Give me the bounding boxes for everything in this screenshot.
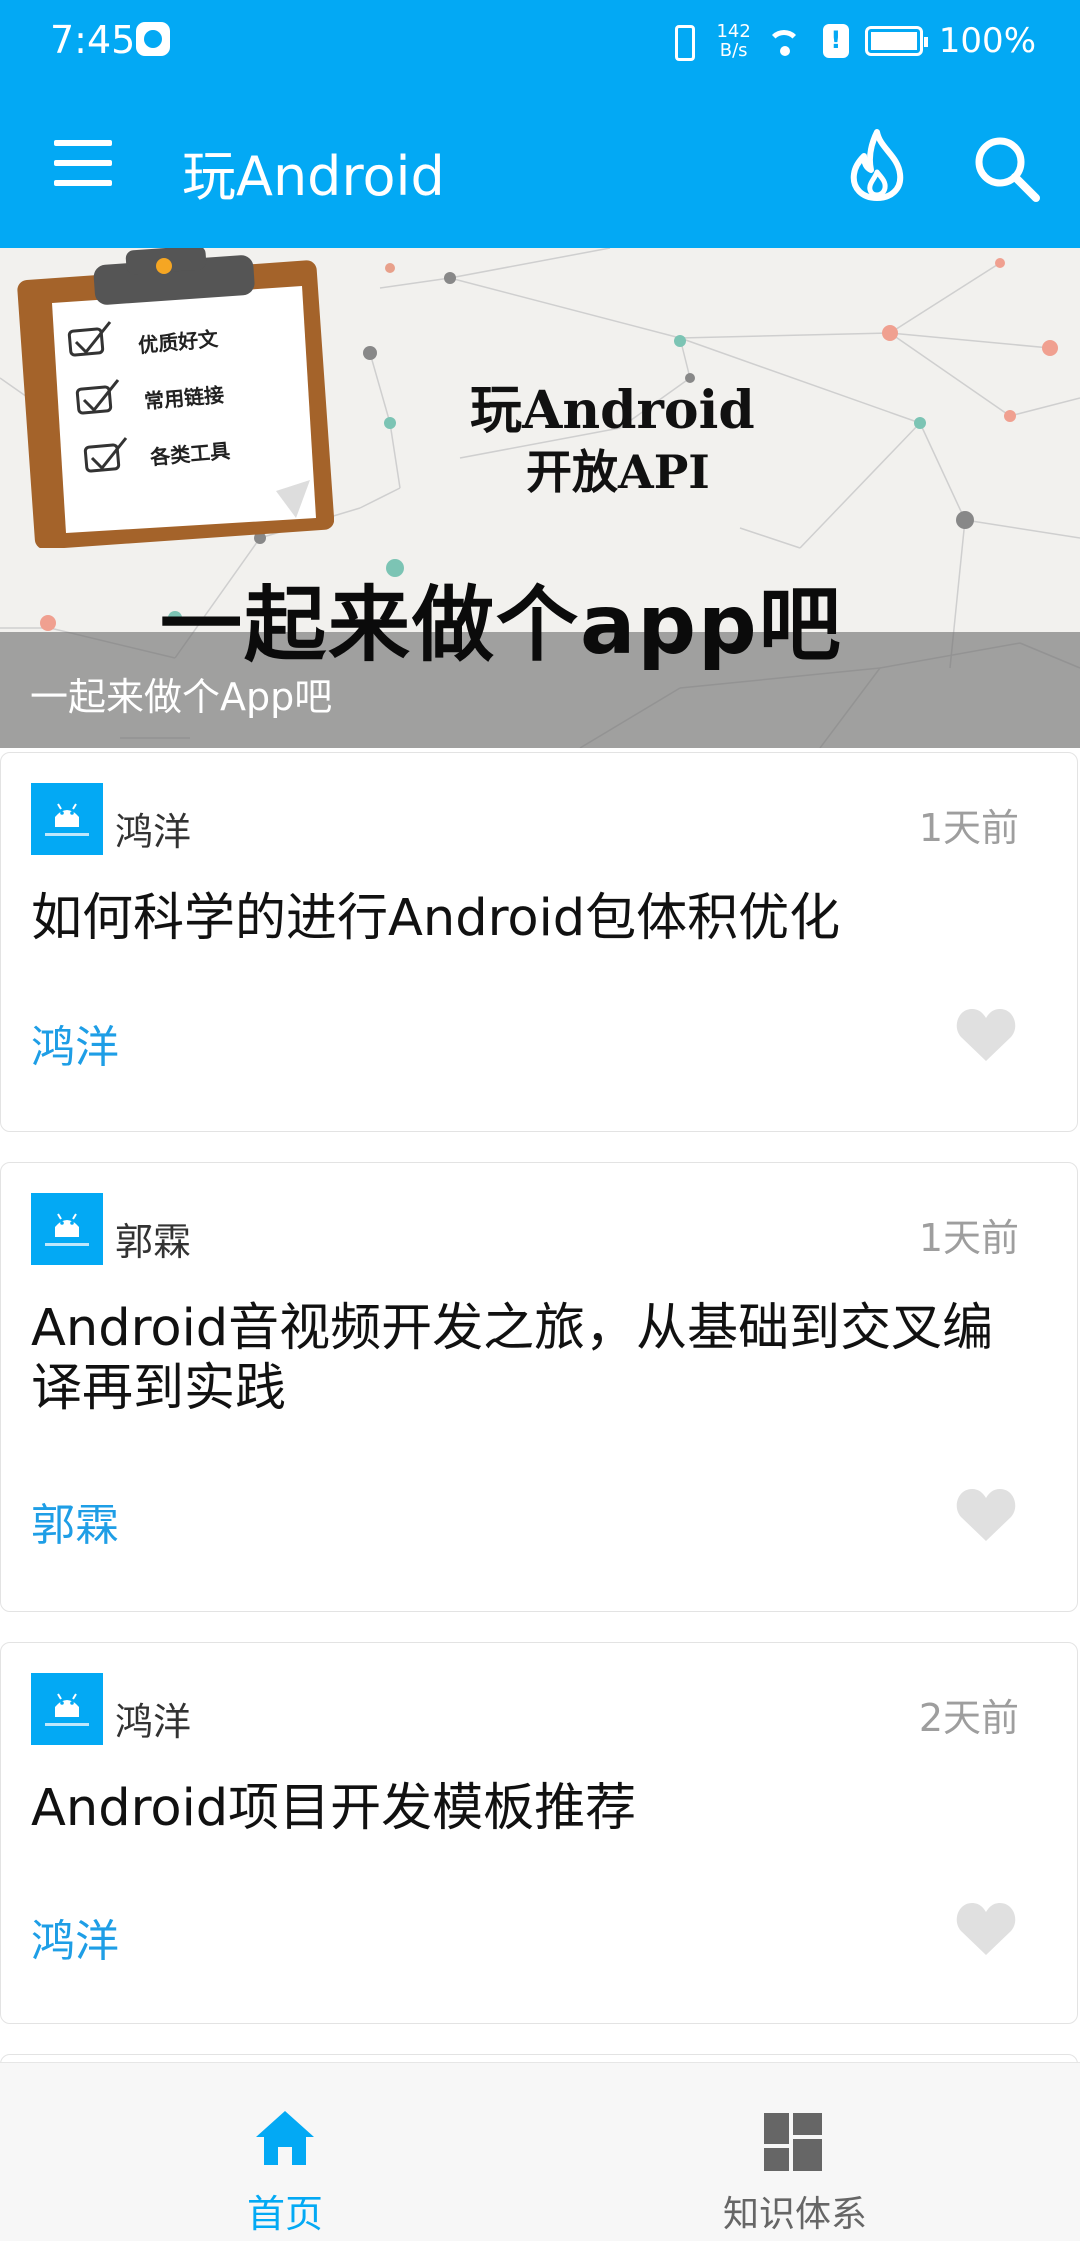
author-link[interactable]: 鸿洋 xyxy=(31,1905,119,1969)
author-avatar xyxy=(31,783,103,855)
banner-image-title: 玩Android xyxy=(470,380,755,441)
alert-icon xyxy=(822,24,849,58)
author-name: 鸿洋 xyxy=(115,810,192,854)
author-avatar xyxy=(31,1673,103,1745)
article-card[interactable]: 鸿洋 1天前 如何科学的进行Android包体积优化 鸿洋 xyxy=(0,752,1078,1132)
banner-image-subtitle: 开放API xyxy=(526,445,710,499)
dashboard-icon xyxy=(764,2113,822,2171)
publish-time: 2天前 xyxy=(918,1696,1019,1740)
status-time: 7:45 xyxy=(50,18,136,62)
android-icon xyxy=(45,1213,89,1246)
bottom-navigation: 首页 知识体系 xyxy=(0,2062,1080,2241)
article-title[interactable]: Android音视频开发之旅，从基础到交叉编译再到实践 xyxy=(31,1299,1041,1419)
battery-icon xyxy=(864,26,928,56)
heart-icon[interactable] xyxy=(955,1487,1017,1543)
publish-time: 1天前 xyxy=(918,806,1019,850)
banner-slogan: 一起来做个app吧 xyxy=(160,578,843,673)
author-name: 郭霖 xyxy=(115,1220,192,1264)
author-link[interactable]: 鸿洋 xyxy=(31,1011,119,1075)
menu-icon[interactable] xyxy=(54,140,114,188)
network-speed: 142 B/s xyxy=(716,21,751,61)
nav-label: 知识体系 xyxy=(722,2194,867,2235)
article-title[interactable]: Android项目开发模板推荐 xyxy=(31,1779,1041,1839)
status-bar: 7:45 142 B/s 100% xyxy=(0,0,1080,84)
status-indicators: 142 B/s 100% xyxy=(666,16,1036,66)
banner-carousel[interactable]: 优质好文 常用链接 各类工具 玩Android 开放API 一起来做个app吧 … xyxy=(0,248,1080,748)
wifi-icon xyxy=(766,24,807,58)
article-card[interactable]: 郭霖 1天前 Android音视频开发之旅，从基础到交叉编译再到实践 郭霖 xyxy=(0,1162,1078,1612)
app-bar: 玩Android xyxy=(0,84,1080,248)
battery-percent: 100% xyxy=(938,21,1036,61)
search-icon[interactable] xyxy=(970,132,1042,204)
heart-icon[interactable] xyxy=(955,1007,1017,1063)
android-icon xyxy=(45,1693,89,1726)
app-title: 玩Android xyxy=(182,145,445,208)
fire-icon[interactable] xyxy=(842,128,912,202)
nav-item-knowledge[interactable]: 知识体系 xyxy=(690,2079,900,2235)
author-name: 鸿洋 xyxy=(115,1700,192,1744)
notification-app-icon xyxy=(136,22,170,56)
article-title[interactable]: 如何科学的进行Android包体积优化 xyxy=(31,889,1041,949)
heart-icon[interactable] xyxy=(955,1901,1017,1957)
android-icon xyxy=(45,803,89,836)
author-avatar xyxy=(31,1193,103,1265)
article-card[interactable]: 鸿洋 2天前 Android项目开发模板推荐 鸿洋 xyxy=(0,1642,1078,2024)
vibrate-icon xyxy=(666,23,700,61)
nav-label: 首页 xyxy=(246,2192,323,2236)
publish-time: 1天前 xyxy=(918,1216,1019,1260)
author-link[interactable]: 郭霖 xyxy=(31,1489,119,1553)
banner-caption: 一起来做个App吧 xyxy=(30,675,333,719)
nav-item-home[interactable]: 首页 xyxy=(180,2079,390,2236)
home-icon xyxy=(256,2111,314,2165)
